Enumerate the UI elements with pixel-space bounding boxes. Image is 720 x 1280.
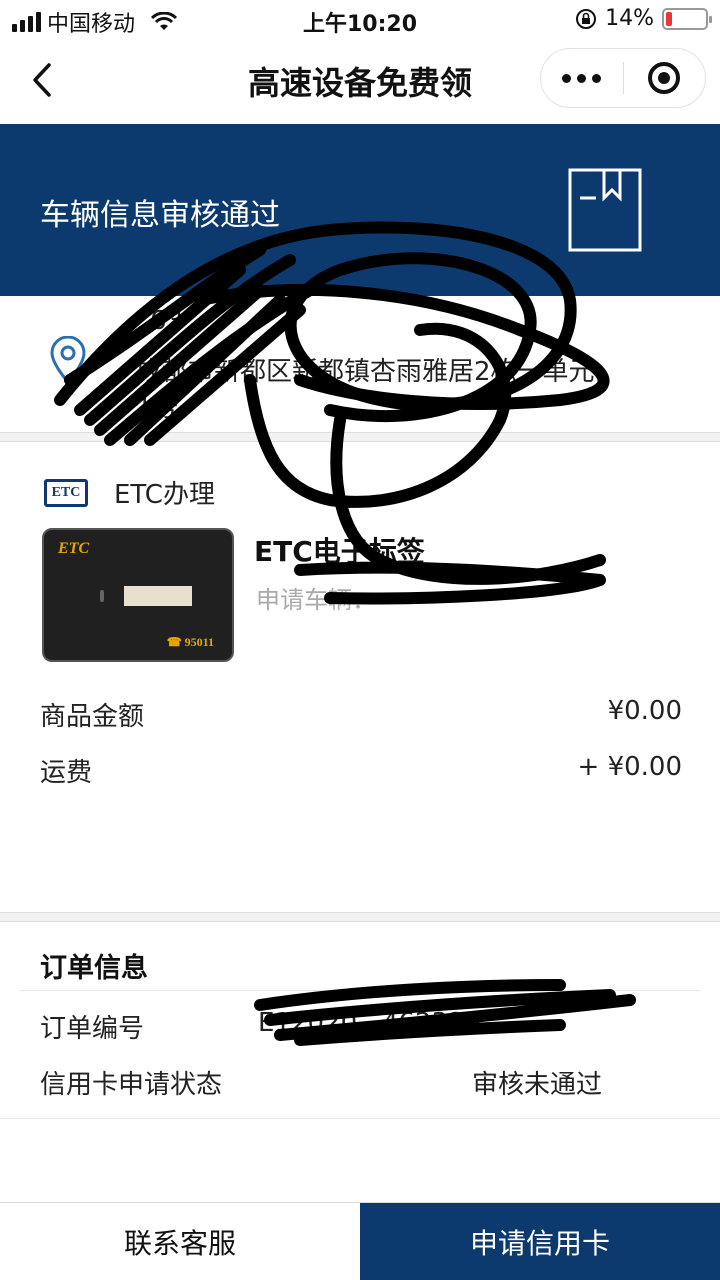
section-divider [0, 912, 720, 922]
banner-title: 车辆信息审核通过 [40, 198, 280, 233]
status-bar: 中国移动 上午10:20 14% [0, 0, 720, 40]
device-card-slot [124, 586, 192, 606]
recipient-info: 63 [150, 306, 184, 336]
shipping-row: 运费 + ¥0.00 [40, 752, 682, 789]
etc-badge-icon: ETC [44, 478, 88, 507]
status-right: 14% [575, 6, 712, 31]
service-row: ETC ETC办理 [44, 474, 215, 511]
blank-area [0, 1118, 720, 1202]
status-banner: 车辆信息审核通过 [0, 124, 720, 296]
battery-percent: 14% [605, 6, 654, 31]
more-button[interactable] [541, 49, 623, 107]
bookmark-doc-icon [568, 168, 642, 252]
amount-label: 商品金额 [40, 702, 145, 732]
service-label: ETC办理 [114, 480, 215, 510]
location-pin-icon [50, 336, 86, 385]
credit-status-value: 审核未通过 [472, 1070, 603, 1100]
rotation-lock-icon [576, 8, 597, 29]
product-vehicle: 申请车辆： [256, 586, 376, 614]
miniapp-capsule [540, 48, 706, 108]
device-led [100, 590, 104, 602]
shipping-value: + ¥0.00 [577, 752, 682, 782]
battery-icon [662, 7, 712, 30]
shipping-label: 运费 [40, 758, 93, 788]
apply-credit-card-button[interactable]: 申请信用卡 [360, 1203, 720, 1280]
address-line-2: 1号 [136, 393, 179, 423]
order-title-divider [20, 990, 700, 991]
close-miniapp-button[interactable] [624, 49, 706, 107]
credit-status-label: 信用卡申请状态 [40, 1070, 223, 1100]
address-line-1: 成都市新都区新都镇杏雨雅居2栋一单元 [136, 357, 595, 387]
address-text: 成都市新都区新都镇杏雨雅居2栋一单元 1号 [136, 354, 696, 426]
address-section[interactable]: 63 成都市新都区新都镇杏雨雅居2栋一单元 1号 [0, 296, 720, 432]
order-title: 订单信息 [40, 953, 148, 984]
order-number-value: E12020...462326 [258, 1008, 482, 1038]
product-card: ETC ETC办理 ETC ☎ 95011 ETC电子标签 申请车辆： 商品金额… [0, 442, 720, 912]
device-phone: ☎ 95011 [166, 635, 214, 649]
order-number-label: 订单编号 [40, 1014, 145, 1044]
order-info-section: 订单信息 订单编号 E12020...462326 信用卡申请状态 审核未通过 [0, 922, 720, 1118]
amount-row: 商品金额 ¥0.00 [40, 696, 682, 733]
contact-service-button[interactable]: 联系客服 [0, 1203, 360, 1280]
bottom-action-bar: 联系客服 申请信用卡 [0, 1202, 720, 1280]
device-logo: ETC [58, 540, 90, 557]
etc-device-image: ETC ☎ 95011 [42, 528, 234, 662]
nav-bar: 高速设备免费领 [0, 40, 720, 124]
product-name: ETC电子标签 [254, 535, 425, 568]
target-icon [648, 62, 681, 94]
amount-value: ¥0.00 [607, 696, 682, 726]
section-divider [0, 432, 720, 442]
